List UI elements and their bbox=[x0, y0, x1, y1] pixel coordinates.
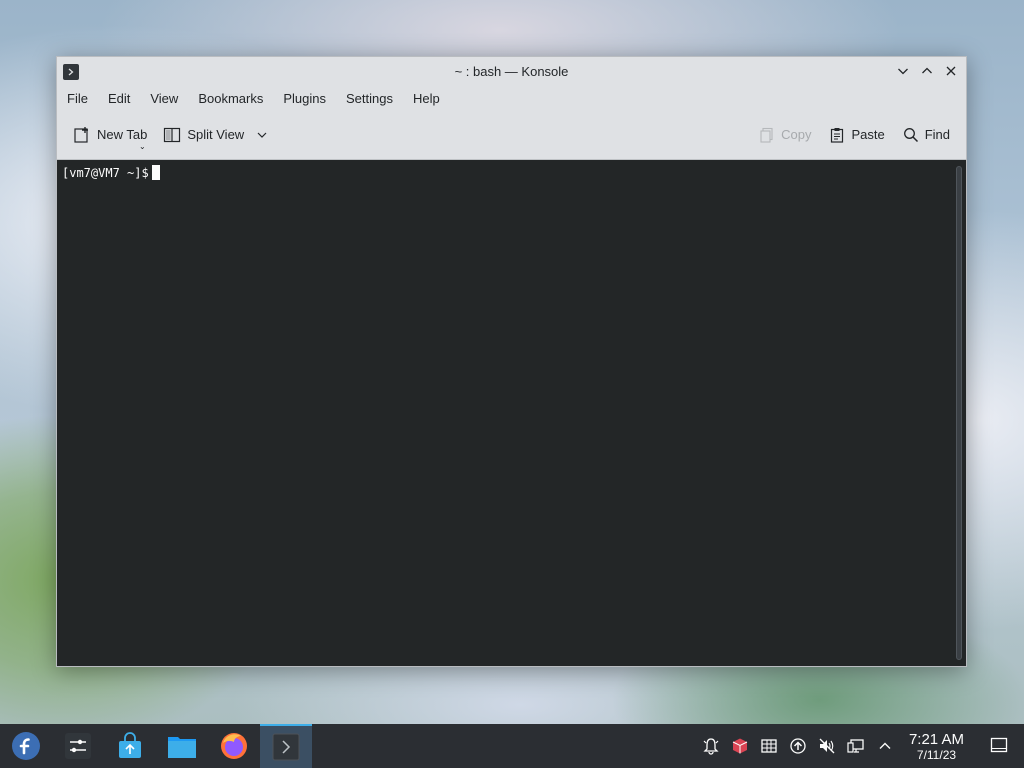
volume-muted-icon[interactable] bbox=[816, 735, 838, 757]
find-button[interactable]: Find bbox=[895, 123, 958, 147]
paste-label: Paste bbox=[851, 127, 885, 142]
menu-settings[interactable]: Settings bbox=[340, 91, 399, 106]
chevron-down-icon[interactable] bbox=[256, 129, 268, 141]
konsole-window: ~ : bash — Konsole File Edit View Bookma… bbox=[56, 56, 967, 667]
maximize-button[interactable] bbox=[918, 62, 936, 80]
terminal-icon bbox=[272, 733, 300, 761]
menu-view[interactable]: View bbox=[144, 91, 184, 106]
package-icon[interactable] bbox=[729, 735, 751, 757]
chevron-up-icon bbox=[922, 67, 932, 74]
system-tray bbox=[700, 724, 896, 768]
copy-button[interactable]: Copy bbox=[751, 123, 819, 147]
close-icon bbox=[946, 66, 956, 76]
firefox-task[interactable] bbox=[208, 724, 260, 768]
paste-button[interactable]: Paste bbox=[821, 123, 892, 147]
konsole-task[interactable] bbox=[260, 724, 312, 768]
split-view-label: Split View bbox=[187, 127, 245, 142]
clock-time: 7:21 AM bbox=[908, 731, 964, 748]
close-button[interactable] bbox=[942, 62, 960, 80]
software-center-task[interactable] bbox=[104, 724, 156, 768]
text-cursor bbox=[151, 165, 160, 180]
copy-label: Copy bbox=[781, 127, 812, 142]
menu-bookmarks[interactable]: Bookmarks bbox=[192, 91, 269, 106]
settings-sliders-icon bbox=[65, 733, 91, 759]
find-label: Find bbox=[924, 127, 950, 142]
clock-date: 7/11/23 bbox=[916, 748, 957, 762]
split-view-icon bbox=[164, 127, 181, 142]
fedora-logo-icon bbox=[12, 732, 40, 760]
menu-file[interactable]: File bbox=[61, 91, 94, 106]
file-manager-task[interactable] bbox=[156, 724, 208, 768]
shell-prompt: [vm7@VM7 ~]$ bbox=[62, 165, 149, 180]
menu-edit[interactable]: Edit bbox=[102, 91, 136, 106]
chevron-down-icon bbox=[898, 68, 908, 75]
new-tab-dropdown-icon: ⌄ bbox=[139, 141, 146, 151]
new-tab-label: New Tab bbox=[97, 127, 148, 142]
expand-tray-icon[interactable] bbox=[874, 735, 896, 757]
network-icon[interactable] bbox=[845, 735, 867, 757]
prompt-line: [vm7@VM7 ~]$ bbox=[62, 165, 160, 180]
paste-icon bbox=[831, 127, 844, 143]
application-launcher[interactable] bbox=[0, 724, 52, 768]
taskbar: 7:21 AM 7/11/23 bbox=[0, 724, 1024, 768]
toolbar: New Tab ⌄ Split View Copy Paste Find bbox=[57, 110, 966, 159]
show-desktop-button[interactable] bbox=[990, 736, 1008, 754]
clipboard-icon[interactable] bbox=[758, 735, 780, 757]
digital-clock[interactable]: 7:21 AM 7/11/23 bbox=[909, 731, 964, 762]
notifications-icon[interactable] bbox=[700, 735, 722, 757]
copy-icon bbox=[760, 127, 773, 143]
titlebar[interactable]: ~ : bash — Konsole bbox=[57, 57, 966, 86]
folder-icon bbox=[168, 737, 196, 758]
show-desktop-icon bbox=[990, 737, 1008, 753]
search-icon bbox=[903, 127, 918, 142]
menu-help[interactable]: Help bbox=[407, 91, 446, 106]
menubar: File Edit View Bookmarks Plugins Setting… bbox=[57, 86, 966, 110]
minimize-button[interactable] bbox=[894, 62, 912, 80]
new-tab-icon bbox=[74, 126, 88, 143]
window-title: ~ : bash — Konsole bbox=[454, 64, 569, 79]
terminal-scrollbar[interactable] bbox=[956, 166, 962, 660]
split-view-button[interactable]: Split View bbox=[155, 122, 276, 148]
menu-plugins[interactable]: Plugins bbox=[277, 91, 332, 106]
terminal-area[interactable]: [vm7@VM7 ~]$ bbox=[57, 159, 966, 666]
firefox-icon bbox=[221, 733, 247, 759]
shopping-bag-icon bbox=[119, 732, 141, 758]
system-settings-task[interactable] bbox=[52, 724, 104, 768]
new-tab-button[interactable]: New Tab ⌄ bbox=[65, 122, 155, 151]
updates-icon[interactable] bbox=[787, 735, 809, 757]
